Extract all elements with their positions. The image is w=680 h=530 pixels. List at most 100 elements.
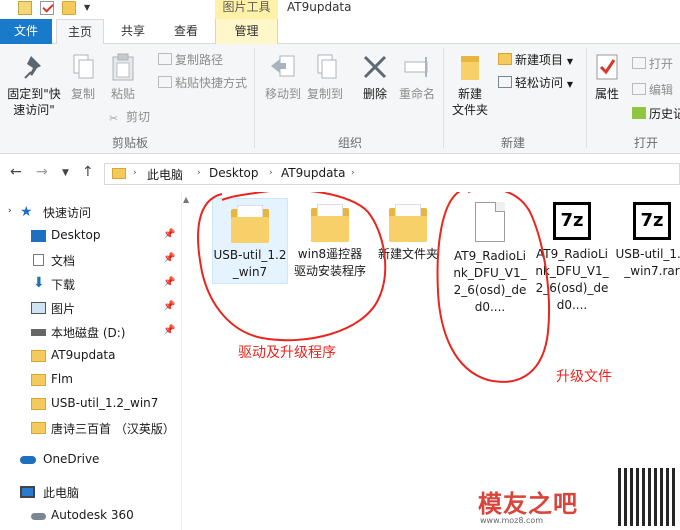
computer-icon xyxy=(20,486,35,498)
copy-to-button[interactable]: 复制到 xyxy=(304,52,346,102)
rename-button[interactable]: 重命名 xyxy=(396,52,438,102)
drive-icon xyxy=(31,329,46,336)
rename-label: 重命名 xyxy=(398,87,435,101)
copy-icon xyxy=(68,52,98,82)
pin-icon[interactable]: 📌 xyxy=(163,253,175,264)
file-name: 新建文件夹 xyxy=(377,247,438,261)
ribbon-divider xyxy=(586,48,587,148)
nav-item-pictures[interactable]: 图片 📌 xyxy=(0,296,180,320)
tab-view[interactable]: 查看 xyxy=(166,19,206,44)
chevron-right-icon[interactable]: › xyxy=(269,168,273,178)
file-item[interactable]: 新建文件夹 xyxy=(370,198,446,263)
forward-arrow-icon[interactable]: → xyxy=(36,164,48,180)
recent-locations-chevron-icon[interactable]: ▼ xyxy=(62,168,69,178)
ribbon-tabs: 文件 主页 共享 查看 管理 xyxy=(0,19,680,45)
copy-to-label: 复制到 xyxy=(306,87,343,101)
nav-item-local-disk-d[interactable]: 本地磁盘 (D:) 📌 xyxy=(0,320,180,344)
nav-item-tang-poems[interactable]: 唐诗三百首 （汉英版） xyxy=(0,416,180,440)
nav-scrollbar[interactable]: ▲ xyxy=(181,192,191,530)
desktop-icon xyxy=(31,230,46,242)
nav-item-label: 下载 xyxy=(51,278,76,292)
move-to-button[interactable]: 移动到 xyxy=(262,52,304,102)
easy-access-icon xyxy=(498,76,512,88)
pin-to-quick-access-button[interactable]: 固定到"快速访问" xyxy=(4,52,64,118)
properties-label: 属性 xyxy=(594,87,619,101)
quick-access-properties-icon[interactable] xyxy=(40,1,54,15)
file-item[interactable]: AT9_RadioLink_DFU_V1_2_6(osd)_ded0.... xyxy=(452,198,528,316)
nav-item-at9updata[interactable]: AT9updata xyxy=(0,344,180,368)
download-arrow-icon: ⬇ xyxy=(33,275,45,291)
chevron-right-icon[interactable]: › xyxy=(133,168,137,178)
nav-onedrive[interactable]: OneDrive xyxy=(0,448,180,472)
back-arrow-icon[interactable]: ← xyxy=(10,164,22,180)
new-item-button[interactable]: 新建项目 ▼ xyxy=(498,52,573,70)
new-folder-button[interactable]: 新建 文件夹 xyxy=(449,52,491,118)
tab-share[interactable]: 共享 xyxy=(113,19,153,44)
pin-icon[interactable]: 📌 xyxy=(163,301,175,312)
pin-icon[interactable]: 📌 xyxy=(163,325,175,336)
ribbon: 固定到"快速访问" 复制 粘贴 复制路径 粘贴快捷方式 ✂ 剪切 剪贴板 移动到 … xyxy=(0,44,680,154)
move-to-icon xyxy=(268,52,298,82)
quick-access-new-folder-icon[interactable] xyxy=(62,1,76,15)
file-item[interactable]: USB-util_1.2_win7 xyxy=(212,198,288,284)
paste-button[interactable]: 粘贴 xyxy=(106,52,140,102)
history-icon xyxy=(632,107,646,119)
file-list: USB-util_1.2_win7 win8遥控器驱动安装程序 新建文件夹 AT… xyxy=(192,192,680,530)
nav-this-pc[interactable]: 此电脑 xyxy=(0,480,180,504)
pin-icon[interactable]: 📌 xyxy=(163,229,175,240)
nav-item-documents[interactable]: 文档 📌 xyxy=(0,248,180,272)
nav-item-flm[interactable]: Flm xyxy=(0,368,180,392)
edit-button[interactable]: 编辑 xyxy=(632,82,673,98)
address-bar[interactable]: › 此电脑 › Desktop › AT9updata › xyxy=(104,163,680,185)
history-button[interactable]: 历史记 xyxy=(632,106,680,122)
annotation-driver-label: 驱动及升级程序 xyxy=(238,345,336,361)
cut-button[interactable]: ✂ 剪切 xyxy=(109,109,150,125)
new-item-label: 新建项目 xyxy=(515,53,564,67)
file-item[interactable]: win8遥控器驱动安装程序 xyxy=(292,198,368,280)
nav-autodesk-360[interactable]: Autodesk 360 xyxy=(0,504,180,528)
nav-item-desktop[interactable]: Desktop 📌 xyxy=(0,224,180,248)
tab-home[interactable]: 主页 xyxy=(56,19,104,45)
tab-file[interactable]: 文件 xyxy=(0,19,52,44)
nav-item-usb-util[interactable]: USB-util_1.2_win7 xyxy=(0,392,180,416)
nav-this-pc-label: 此电脑 xyxy=(43,486,80,500)
paste-shortcut-label: 粘贴快捷方式 xyxy=(175,76,248,90)
cloud-icon xyxy=(20,456,36,464)
delete-button[interactable]: 删除 xyxy=(358,52,392,102)
chevron-down-icon[interactable]: › xyxy=(8,206,12,216)
watermark-url: www.moz8.com xyxy=(480,516,544,525)
paste-shortcut-button[interactable]: 粘贴快捷方式 xyxy=(158,75,247,91)
tab-manage[interactable]: 管理 xyxy=(215,19,278,44)
organize-group-label: 组织 xyxy=(337,136,362,150)
easy-access-button[interactable]: 轻松访问 ▼ xyxy=(498,75,573,93)
breadcrumb-this-pc[interactable]: 此电脑 xyxy=(147,166,183,183)
chevron-down-icon: ▼ xyxy=(566,80,573,89)
scroll-up-arrow-icon[interactable]: ▲ xyxy=(183,195,189,204)
edit-label: 编辑 xyxy=(649,83,674,97)
nav-item-label: 图片 xyxy=(51,302,76,316)
title-bar: ▼ 图片工具 AT9updata xyxy=(0,0,680,19)
pictures-icon xyxy=(31,302,46,314)
paste-shortcut-icon xyxy=(158,76,172,88)
breadcrumb-at9updata[interactable]: AT9updata xyxy=(281,166,346,180)
quick-access-save-icon[interactable] xyxy=(18,1,32,15)
chevron-right-icon[interactable]: › xyxy=(197,168,201,178)
chevron-right-icon[interactable]: › xyxy=(351,168,355,178)
breadcrumb-desktop[interactable]: Desktop xyxy=(209,166,259,180)
address-row: ← → ▼ ↑ › 此电脑 › Desktop › AT9updata › xyxy=(0,154,680,192)
nav-item-downloads[interactable]: ⬇ 下载 📌 xyxy=(0,272,180,296)
open-button[interactable]: 打开 xyxy=(632,56,673,72)
pin-icon[interactable]: 📌 xyxy=(163,277,175,288)
quick-access-dropdown-icon[interactable]: ▼ xyxy=(84,3,90,12)
up-arrow-icon[interactable]: ↑ xyxy=(82,164,94,180)
nav-item-label: Flm xyxy=(51,372,73,386)
copy-path-button[interactable]: 复制路径 xyxy=(158,52,223,68)
properties-button[interactable]: 属性 xyxy=(590,52,624,102)
nav-item-label: 文档 xyxy=(51,254,76,268)
copy-button[interactable]: 复制 xyxy=(66,52,100,102)
window-title: AT9updata xyxy=(287,0,352,14)
nav-item-label: AT9updata xyxy=(51,348,116,362)
nav-quick-access[interactable]: › ★ 快速访问 xyxy=(0,200,180,224)
file-item[interactable]: 7z AT9_RadioLink_DFU_V1_2_6(osd)_ded0...… xyxy=(534,198,610,314)
file-item[interactable]: 7z USB-util_1.2_win7.rar xyxy=(614,198,680,280)
